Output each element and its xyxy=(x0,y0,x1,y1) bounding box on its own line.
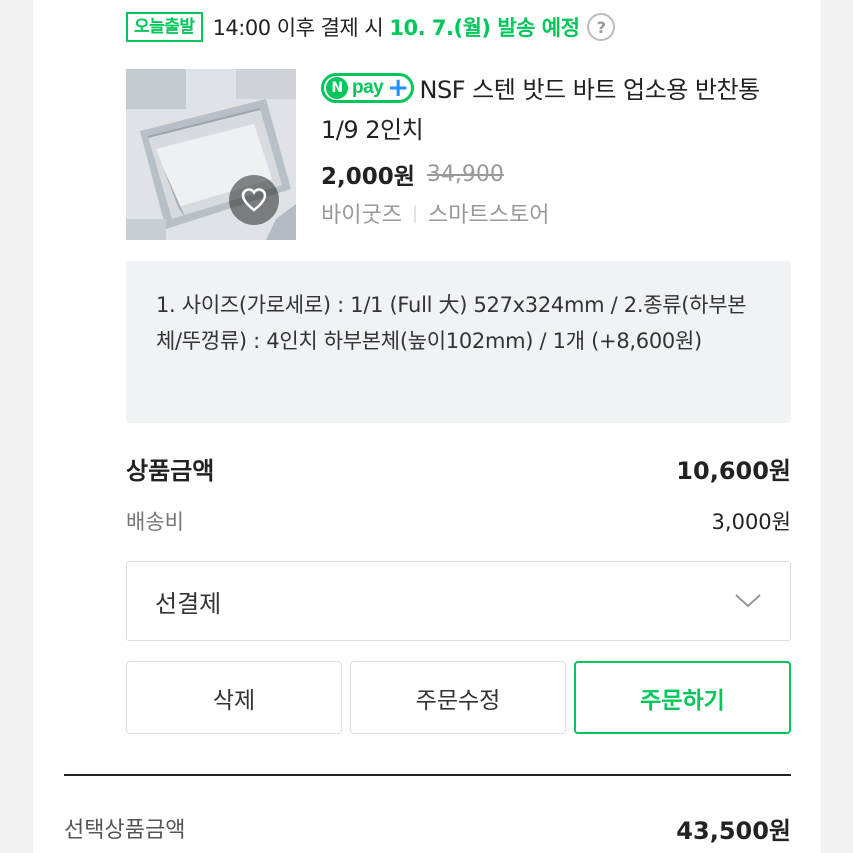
shipping-fee-label: 배송비 xyxy=(126,510,184,534)
price-row: 2,000원 34,900 xyxy=(321,154,801,194)
shipping-date: 10. 7.(월) 발송 예정 xyxy=(389,16,580,40)
modify-order-button[interactable]: 주문수정 xyxy=(350,661,566,734)
divider xyxy=(64,774,791,776)
heart-icon[interactable] xyxy=(229,175,279,225)
shipping-cutoff-text: 14:00 이후 결제 시 xyxy=(212,16,384,40)
product-amount-label: 상품금액 xyxy=(126,456,215,485)
payment-method-select[interactable]: 선결제 xyxy=(126,561,791,641)
selected-total-row: 선택상품금액 43,500원 xyxy=(64,808,791,848)
shipping-fee-value: 3,000원 xyxy=(711,510,791,534)
seller-row: 바이굿즈 | 스마트스토어 xyxy=(321,194,801,232)
option-box: 1. 사이즈(가로세로) : 1/1 (Full 大) 527x324mm / … xyxy=(126,261,791,423)
shipping-info: 오늘출발 14:00 이후 결제 시 10. 7.(월) 발송 예정 ? xyxy=(126,8,616,46)
npay-label: pay xyxy=(352,77,384,98)
chevron-down-icon xyxy=(735,594,761,608)
today-shipping-badge: 오늘출발 xyxy=(126,12,203,42)
order-button[interactable]: 주문하기 xyxy=(574,661,791,734)
selected-total-value: 43,500원 xyxy=(676,816,791,845)
store-type: 스마트스토어 xyxy=(428,203,550,228)
option-text: 1. 사이즈(가로세로) : 1/1 (Full 大) 527x324mm / … xyxy=(156,293,747,353)
help-icon[interactable]: ? xyxy=(587,13,616,41)
plus-icon: + xyxy=(387,73,409,103)
selected-total-label: 선택상품금액 xyxy=(64,818,186,843)
delete-button[interactable]: 삭제 xyxy=(126,661,342,734)
product-amount-row: 상품금액 10,600원 xyxy=(126,448,791,488)
product-info: N pay + NSF 스텐 밧드 바트 업소용 반찬통 1/9 2인치 2,0… xyxy=(321,70,801,232)
original-price: 34,900 xyxy=(426,161,504,187)
sale-price: 2,000원 xyxy=(321,164,415,190)
product-title[interactable]: N pay + NSF 스텐 밧드 바트 업소용 반찬통 1/9 2인치 xyxy=(321,70,801,150)
product-amount-value: 10,600원 xyxy=(676,456,791,485)
shipping-fee-row: 배송비 3,000원 xyxy=(126,503,791,539)
npay-plus-badge: N pay + xyxy=(321,73,414,103)
seller-name[interactable]: 바이굿즈 xyxy=(321,197,402,229)
shipping-text: 14:00 이후 결제 시 10. 7.(월) 발송 예정 xyxy=(213,12,580,42)
npay-n-icon: N xyxy=(326,77,348,99)
payment-method-value: 선결제 xyxy=(155,589,222,618)
seller-divider: | xyxy=(411,202,419,224)
